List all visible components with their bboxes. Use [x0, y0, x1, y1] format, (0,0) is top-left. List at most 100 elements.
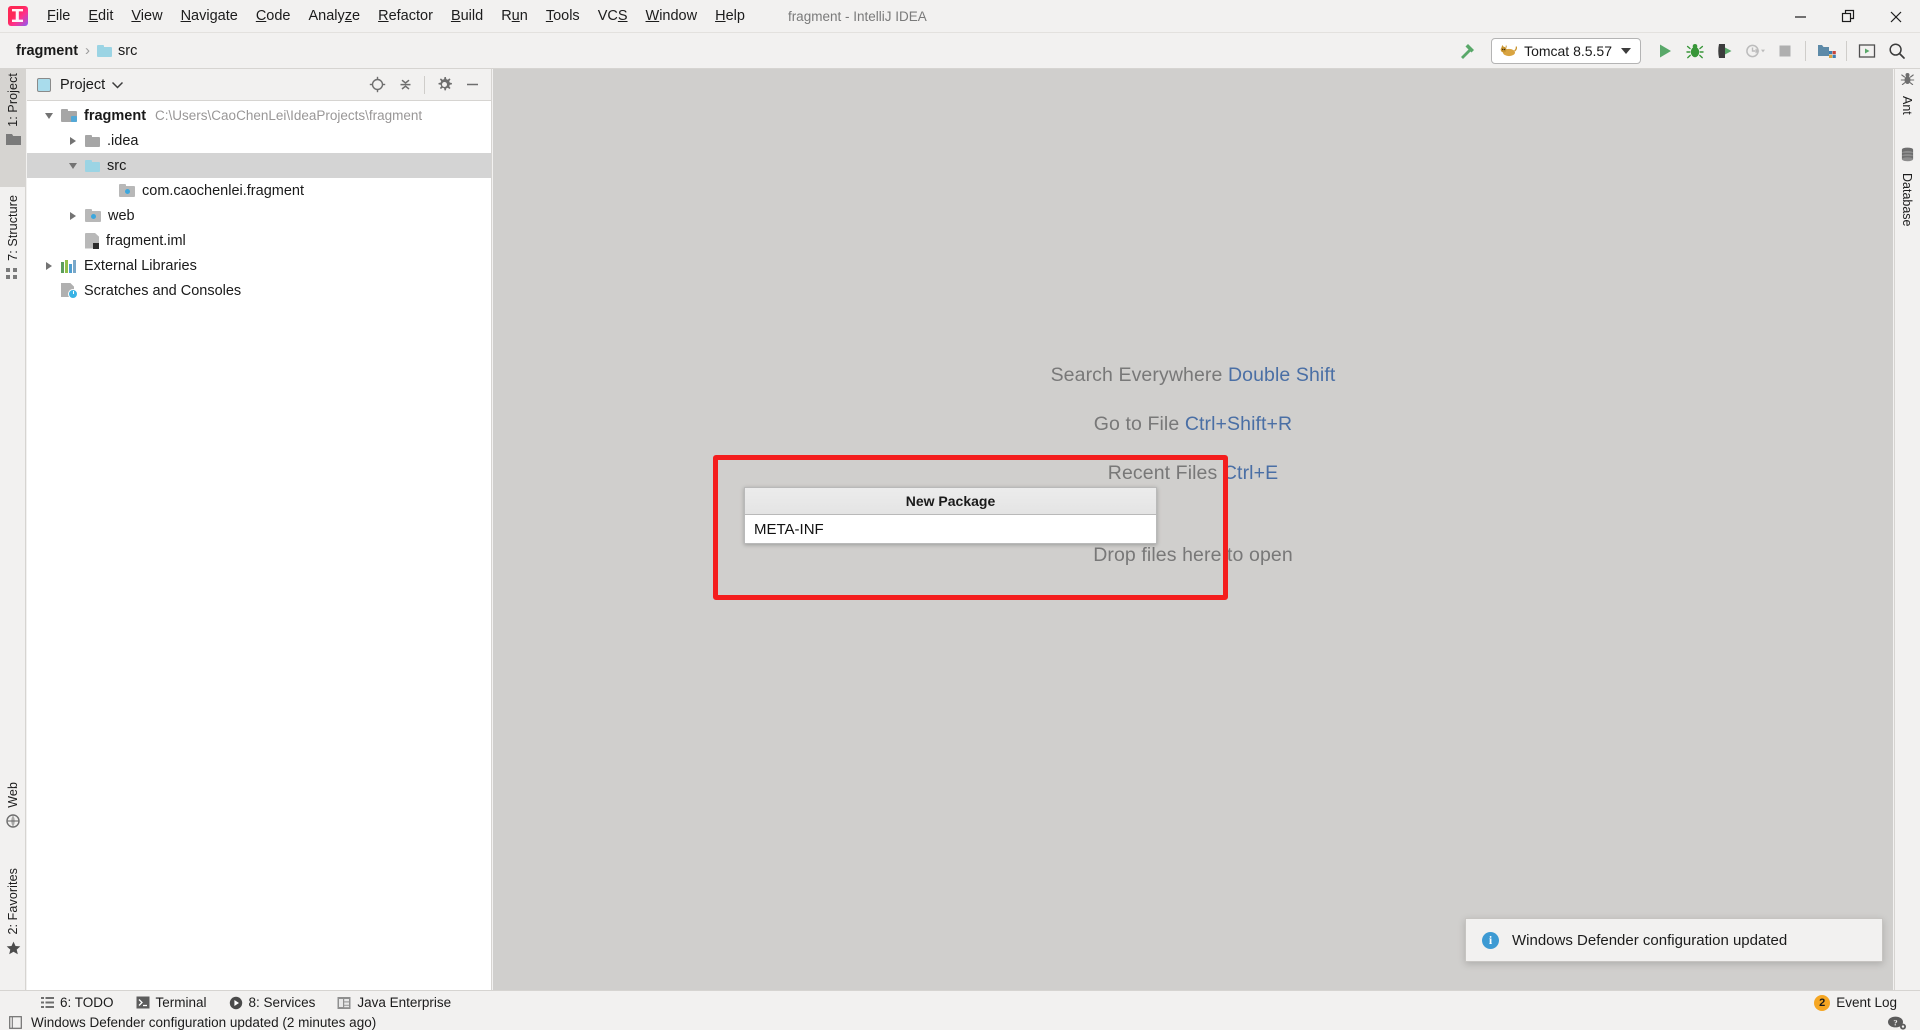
run-configuration-selector[interactable]: Tomcat 8.5.57	[1491, 37, 1641, 64]
breadcrumb-item-project[interactable]: fragment	[12, 41, 82, 61]
scratches-icon	[61, 283, 78, 299]
bottom-item-services[interactable]: 8: Services	[218, 991, 327, 1015]
collapse-all-button[interactable]	[392, 72, 418, 98]
tree-node-scratches[interactable]: Scratches and Consoles	[27, 278, 491, 303]
tree-node-path: C:\Users\CaoChenLei\IdeaProjects\fragmen…	[155, 108, 423, 123]
new-package-dialog[interactable]: New Package META-INF	[744, 487, 1157, 544]
tree-node-iml[interactable]: fragment.iml	[27, 228, 491, 253]
search-icon	[1889, 42, 1905, 59]
menu-edit[interactable]: Edit	[79, 0, 122, 33]
project-panel-toolbar	[364, 72, 485, 98]
close-button[interactable]	[1872, 0, 1920, 33]
build-hammer-icon	[1461, 43, 1475, 59]
run-with-coverage-button[interactable]	[1710, 37, 1740, 65]
run-button[interactable]	[1650, 37, 1680, 65]
expand-arrow-icon[interactable]	[43, 110, 54, 121]
event-log-button[interactable]: 2 Event Log	[1803, 991, 1908, 1015]
navigation-toolbar: fragment › src Tomcat 8.5.57	[0, 33, 1920, 69]
project-panel-header: Project	[27, 69, 491, 101]
settings-button[interactable]	[431, 72, 457, 98]
profiler-button[interactable]	[1740, 37, 1770, 65]
event-log-label: Event Log	[1836, 995, 1897, 1010]
bottom-tool-window-bar: 6: TODO Terminal 8: Services Java Enterp…	[0, 990, 1920, 1014]
project-folder-icon	[5, 133, 21, 151]
bottom-item-java-enterprise[interactable]: Java Enterprise	[326, 991, 462, 1015]
expand-arrow-icon[interactable]	[67, 135, 78, 146]
menu-navigate[interactable]: Navigate	[172, 0, 247, 33]
database-icon	[1900, 147, 1915, 167]
menu-help[interactable]: Help	[706, 0, 754, 33]
menu-refactor[interactable]: Refactor	[369, 0, 442, 33]
bottom-item-todo[interactable]: 6: TODO	[30, 991, 125, 1015]
menu-build[interactable]: Build	[442, 0, 492, 33]
tree-node-label: Scratches and Consoles	[84, 282, 242, 299]
tree-node-external-libraries[interactable]: External Libraries	[27, 253, 491, 278]
tree-node-idea[interactable]: .idea	[27, 128, 491, 153]
help-settings-icon[interactable]: ?	[1887, 1015, 1906, 1030]
menu-code[interactable]: Code	[247, 0, 300, 33]
new-package-name-input[interactable]: META-INF	[744, 514, 1157, 544]
stop-square-icon	[1779, 45, 1791, 56]
debug-button[interactable]	[1680, 37, 1710, 65]
module-icon	[61, 109, 77, 122]
editor-empty-area[interactable]: Search Everywhere Double Shift Go to Fil…	[493, 69, 1893, 990]
menu-view[interactable]: View	[122, 0, 171, 33]
debug-bug-icon	[1686, 43, 1704, 58]
breadcrumb-label: fragment	[16, 42, 79, 59]
hint-shortcut: Ctrl+E	[1222, 462, 1279, 484]
expand-arrow-icon[interactable]	[67, 160, 78, 171]
gear-icon	[438, 77, 452, 91]
toolbar-divider	[424, 75, 425, 94]
intellij-idea-window: File Edit View Navigate Code Analyze Ref…	[0, 0, 1920, 1030]
menu-analyze[interactable]: Analyze	[300, 0, 370, 33]
select-opened-file-button[interactable]	[364, 72, 390, 98]
menu-vcs[interactable]: VCS	[589, 0, 637, 33]
svg-text:?: ?	[1893, 1017, 1897, 1027]
hint-label: Search Everywhere	[1050, 364, 1228, 386]
hint-drop-files: Drop files here to open	[1093, 544, 1293, 567]
tree-node-src[interactable]: src	[27, 153, 491, 178]
sidebar-item-structure[interactable]: 7: Structure	[0, 191, 26, 339]
tree-node-fragment[interactable]: fragment C:\Users\CaoChenLei\IdeaProject…	[27, 103, 491, 128]
updates-button[interactable]	[1852, 37, 1882, 65]
breadcrumb-item-src[interactable]: src	[93, 41, 141, 61]
tree-node-label: fragment.iml	[106, 232, 186, 249]
search-everywhere-button[interactable]	[1882, 37, 1912, 65]
stop-button[interactable]	[1770, 37, 1800, 65]
sidebar-item-favorites[interactable]: 2: Favorites	[0, 864, 26, 991]
status-bar-message[interactable]: Windows Defender configuration updated (…	[31, 1015, 376, 1030]
project-structure-button[interactable]	[1811, 37, 1841, 65]
sidebar-item-label: Database	[1900, 173, 1914, 227]
sidebar-item-database[interactable]: Database	[1894, 147, 1920, 257]
bottom-item-terminal[interactable]: Terminal	[125, 991, 218, 1015]
sidebar-item-project[interactable]: 1: Project	[0, 69, 26, 187]
favorites-star-icon	[6, 941, 21, 960]
tree-node-label: web	[108, 207, 135, 224]
window-controls	[1776, 0, 1920, 33]
package-icon	[119, 184, 135, 197]
status-window-icon	[9, 1015, 22, 1029]
expand-arrow-icon[interactable]	[67, 210, 78, 221]
build-project-button[interactable]	[1452, 37, 1482, 65]
hide-panel-button[interactable]	[459, 72, 485, 98]
source-folder-icon	[85, 159, 100, 172]
minimize-button[interactable]	[1776, 0, 1824, 33]
expand-arrow-icon[interactable]	[43, 260, 54, 271]
minimize-icon	[1794, 16, 1806, 18]
sidebar-item-web[interactable]: Web	[0, 778, 26, 860]
restore-button[interactable]	[1824, 0, 1872, 33]
sidebar-item-ant[interactable]: Ant	[1894, 71, 1920, 139]
menu-tools[interactable]: Tools	[537, 0, 589, 33]
tree-node-web[interactable]: web	[27, 203, 491, 228]
menu-run[interactable]: Run	[492, 0, 537, 33]
run-play-icon	[1660, 44, 1671, 57]
collapse-all-icon	[400, 79, 410, 90]
chevron-down-icon[interactable]	[112, 76, 124, 94]
menu-file[interactable]: File	[38, 0, 79, 33]
tree-node-package[interactable]: com.caochenlei.fragment	[27, 178, 491, 203]
window-title: fragment - IntelliJ IDEA	[787, 8, 927, 24]
profiler-clock-icon	[1746, 44, 1765, 57]
notification-popup[interactable]: i Windows Defender configuration updated	[1465, 918, 1883, 962]
status-bar-right: ?	[1887, 1015, 1906, 1030]
menu-window[interactable]: Window	[637, 0, 707, 33]
